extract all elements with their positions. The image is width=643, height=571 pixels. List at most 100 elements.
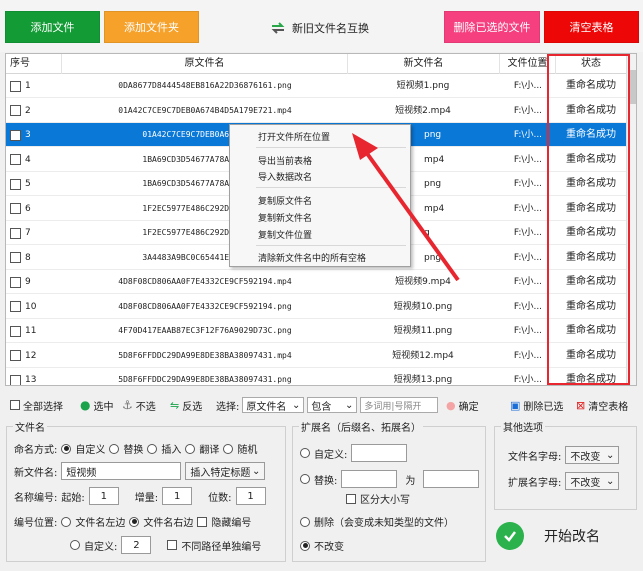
- menu-item-copy-location[interactable]: 复制文件位置: [258, 228, 312, 241]
- add-file-button[interactable]: 添加文件: [5, 11, 100, 43]
- row-number-cell: 9: [10, 270, 58, 294]
- table-row[interactable]: 12 5D8F6FFDDC29DA99E8DE38BA38097431.mp4 短视…: [6, 344, 626, 368]
- table-row[interactable]: 2 01A42C7CE9C7DEB0A674B4D5A179E721.mp4 短视频…: [6, 99, 626, 123]
- ext-custom-radio[interactable]: [300, 448, 310, 458]
- row-checkbox[interactable]: [10, 203, 21, 214]
- row-number-cell: 3: [10, 123, 58, 147]
- other-options-title: 其他选项: [501, 419, 545, 434]
- new-name-input[interactable]: 短视频: [61, 462, 182, 480]
- row-number: 13: [25, 375, 37, 385]
- pos-custom-radio[interactable]: [70, 540, 80, 550]
- confirm-button[interactable]: ● 确定: [446, 397, 479, 413]
- pos-custom-input[interactable]: 2: [121, 536, 152, 554]
- table-row[interactable]: 9 4D8F08CD806AA0F7E4332CE9CF592194.mp4 短视频…: [6, 270, 626, 294]
- ext-replace-label: 替换:: [314, 475, 338, 487]
- pos-right-radio[interactable]: [129, 516, 140, 527]
- mode-custom-radio[interactable]: [61, 443, 72, 454]
- scrollbar-thumb[interactable]: [629, 70, 636, 104]
- case-sensitive-checkbox[interactable]: [346, 493, 356, 504]
- row-checkbox[interactable]: [10, 301, 21, 312]
- ext-case-select[interactable]: 不改变 ⌄: [565, 472, 620, 490]
- filter-input[interactable]: 多词用|号隔开: [360, 397, 439, 413]
- case-sensitive-label: 区分大小写: [360, 495, 410, 506]
- col-header-new[interactable]: 新文件名: [348, 54, 500, 74]
- row-checkbox[interactable]: [10, 350, 21, 361]
- col-header-status[interactable]: 状态: [556, 54, 626, 74]
- ext-replace-radio[interactable]: [300, 474, 310, 484]
- start-rename-button[interactable]: 开始改名: [496, 522, 600, 550]
- row-checkbox[interactable]: [10, 276, 21, 288]
- menu-item-import-rename[interactable]: 导入数据改名: [258, 170, 312, 183]
- delete-selected-small-button[interactable]: ▣ 删除已选: [510, 397, 563, 413]
- row-checkbox[interactable]: [10, 374, 21, 385]
- row-checkbox[interactable]: [10, 227, 21, 239]
- insert-title-select[interactable]: 插入特定标题 ⌄: [185, 462, 266, 480]
- mode-insert-radio[interactable]: [147, 443, 158, 454]
- start-label: 起始:: [61, 492, 85, 504]
- start-input[interactable]: 1: [88, 487, 119, 505]
- mode-random-radio[interactable]: [223, 443, 234, 454]
- digits-input[interactable]: 1: [235, 487, 266, 505]
- new-name-cell: 短视频9.mp4: [395, 277, 451, 287]
- delete-selected-button[interactable]: 删除已选的文件: [444, 11, 540, 43]
- row-checkbox[interactable]: [10, 325, 21, 337]
- swap-names-button[interactable]: 新旧文件名互换: [270, 18, 369, 38]
- table-scrollbar[interactable]: [626, 54, 636, 385]
- row-checkbox[interactable]: [10, 80, 21, 92]
- checkbox[interactable]: [10, 400, 20, 410]
- ext-replace-from-input[interactable]: [341, 470, 398, 488]
- menu-item-copy-new[interactable]: 复制新文件名: [258, 211, 312, 224]
- toolbar: 添加文件 添加文件夹 新旧文件名互换 删除已选的文件 清空表格: [0, 0, 643, 52]
- invert-button[interactable]: ⇋ 反选: [170, 397, 202, 413]
- ext-custom-input[interactable]: [351, 444, 408, 462]
- table-row[interactable]: 11 4F70D417EAAB87EC3F12F76A9029D73C.png 短视…: [6, 319, 626, 343]
- col-header-location[interactable]: 文件位置: [500, 54, 556, 74]
- menu-separator: [256, 147, 406, 148]
- menu-item-copy-original[interactable]: 复制原文件名: [258, 194, 312, 207]
- mode-select[interactable]: 包含 ⌄: [307, 397, 358, 413]
- ext-keep-radio[interactable]: [300, 540, 310, 551]
- table-row[interactable]: 1 0DA8677D8444548EB816A22D36876161.png 短视频…: [6, 74, 626, 98]
- mode-translate-radio[interactable]: [185, 443, 196, 454]
- menu-item-open-location[interactable]: 打开文件所在位置: [258, 130, 330, 143]
- row-checkbox[interactable]: [10, 154, 21, 165]
- row-number: 10: [25, 301, 37, 312]
- ext-delete-label: 删除（会变成未知类型的文件）: [314, 518, 454, 529]
- col-header-original[interactable]: 原文件名: [62, 54, 348, 74]
- row-checkbox[interactable]: [10, 178, 21, 190]
- hide-number-checkbox[interactable]: [197, 516, 208, 527]
- table-row[interactable]: 10 4D8F08CD806AA0F7E4332CE9CF592194.png 短视…: [6, 295, 626, 319]
- add-folder-button[interactable]: 添加文件夹: [104, 11, 199, 43]
- ext-replace-to-input[interactable]: [423, 470, 480, 488]
- row-number-cell: 4: [10, 148, 58, 172]
- check-button[interactable]: ● 选中: [80, 397, 113, 413]
- clear-table-button[interactable]: 清空表格: [544, 11, 639, 43]
- field-select[interactable]: 原文件名 ⌄: [242, 397, 305, 413]
- location-cell: F:\小...: [513, 81, 543, 91]
- uncheck-label: 不选: [135, 401, 156, 413]
- pos-left-radio[interactable]: [61, 516, 72, 527]
- mode-replace-radio[interactable]: [109, 443, 120, 454]
- ext-custom-row: 自定义:: [300, 444, 408, 462]
- menu-item-clear-spaces[interactable]: 清除新文件名中的所有空格: [258, 251, 366, 264]
- clear-table-small-button[interactable]: ⊠ 清空表格: [576, 397, 628, 413]
- col-header-no[interactable]: 序号: [6, 54, 62, 74]
- ext-delete-radio[interactable]: [300, 516, 310, 527]
- naming-mode-label: 命名方式:: [14, 445, 58, 456]
- row-checkbox[interactable]: [10, 252, 21, 263]
- row-number: 4: [25, 154, 31, 165]
- chevron-down-icon: ⌄: [605, 449, 615, 461]
- separate-path-checkbox[interactable]: [167, 540, 178, 550]
- menu-item-export-table[interactable]: 导出当前表格: [258, 154, 312, 167]
- step-input[interactable]: 1: [162, 487, 193, 505]
- row-checkbox[interactable]: [10, 129, 21, 141]
- insert-title-value: 插入特定标题: [190, 467, 251, 479]
- select-all-checkbox[interactable]: 全部选择: [10, 397, 63, 413]
- row-checkbox[interactable]: [10, 105, 21, 116]
- name-case-select[interactable]: 不改变 ⌄: [565, 446, 620, 464]
- row-number-cell: 10: [10, 295, 58, 319]
- choose-group: 选择: 原文件名 ⌄ 包含 ⌄ 多词用|号隔开: [216, 397, 439, 413]
- uncheck-button[interactable]: ⚓ 不选: [122, 397, 156, 413]
- table-row[interactable]: 13 5D8F6FFDDC29DA99E8DE38BA38097431.png 短视…: [6, 368, 626, 385]
- ext-delete-row: 删除（会变成未知类型的文件）: [300, 514, 454, 529]
